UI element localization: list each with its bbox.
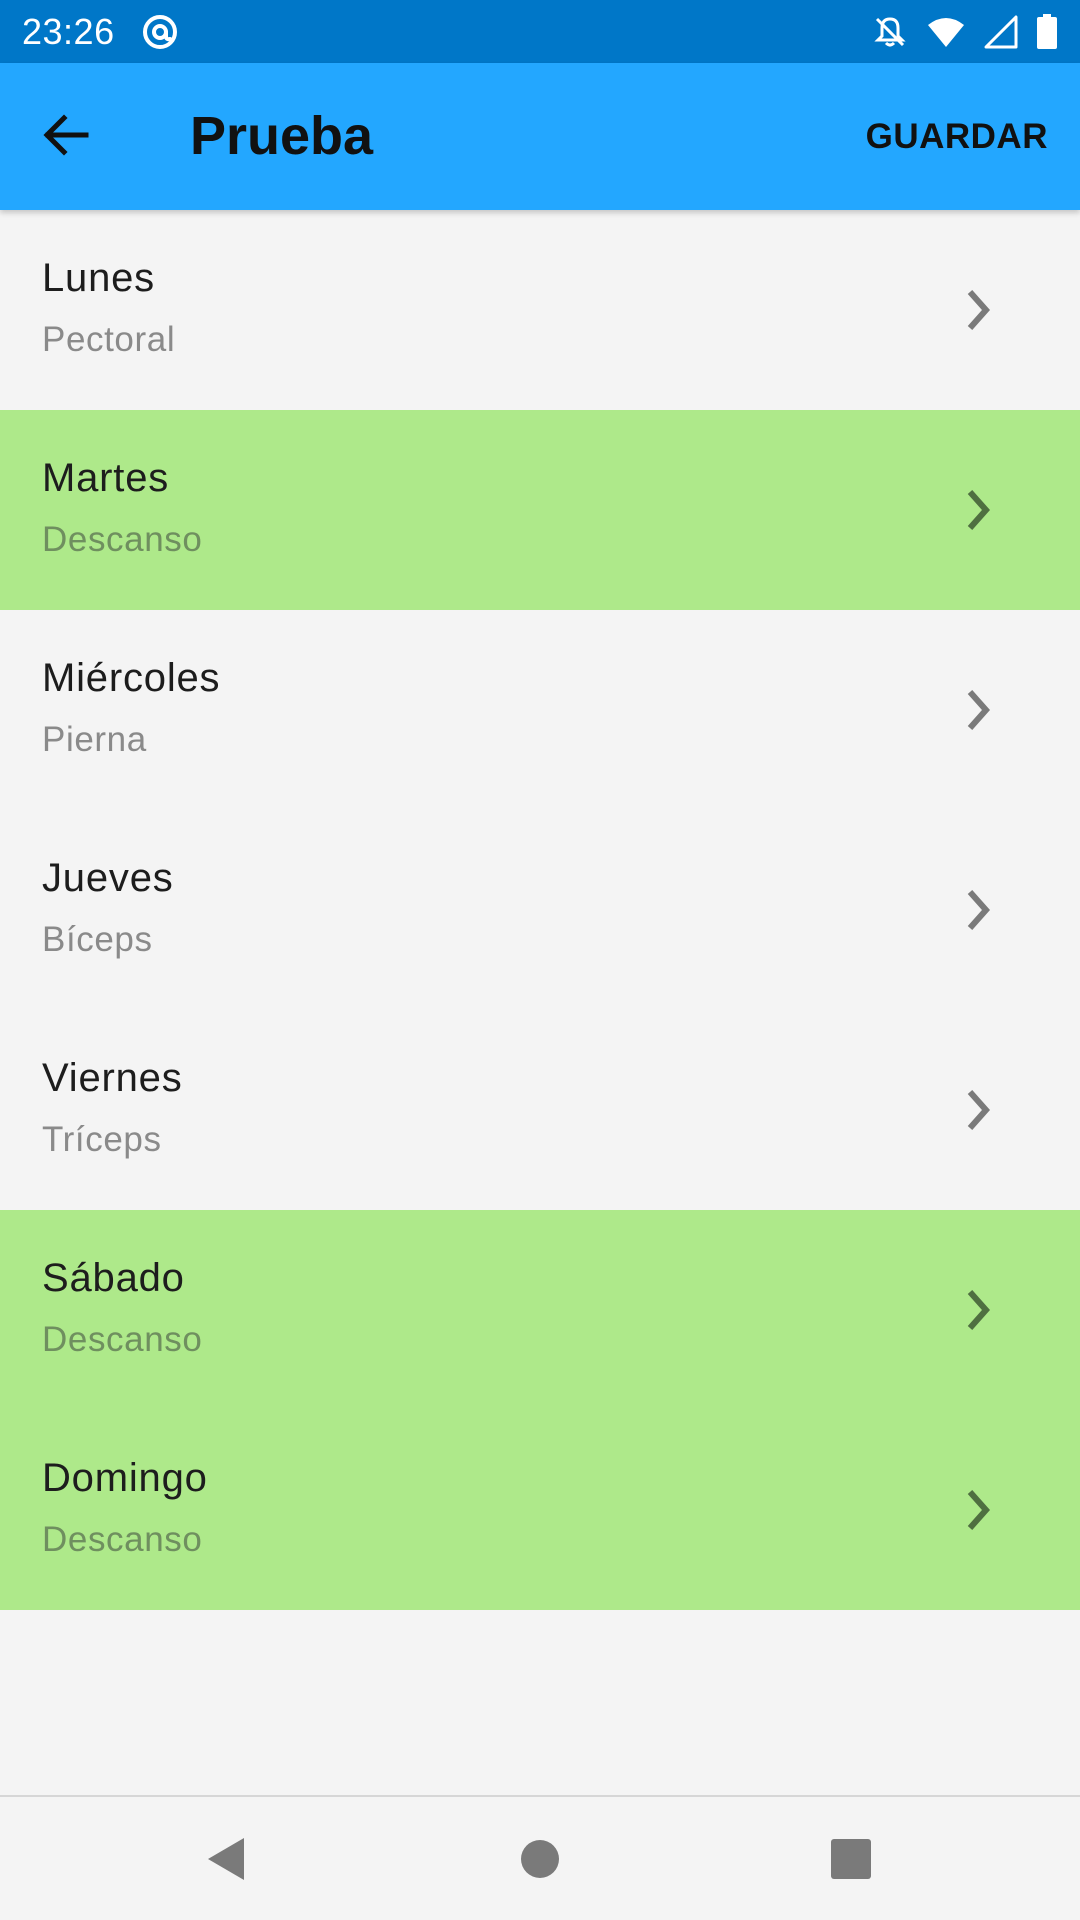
chevron-right-icon — [967, 1490, 991, 1530]
app-bar: Prueba GUARDAR — [0, 63, 1080, 210]
day-name: Miércoles — [42, 656, 221, 700]
save-button[interactable]: GUARDAR — [866, 63, 1048, 210]
day-subtitle: Pierna — [42, 720, 147, 759]
status-left: 23:26 — [22, 11, 179, 53]
back-button[interactable] — [30, 101, 102, 173]
nav-home-icon — [521, 1840, 559, 1878]
battery-icon — [1036, 13, 1058, 50]
day-list: Lunes Pectoral Martes Descanso Miércoles… — [0, 210, 1080, 1610]
status-right — [872, 13, 1058, 50]
nav-back-button[interactable] — [194, 1827, 258, 1891]
day-name: Sábado — [42, 1256, 185, 1300]
nav-home-button[interactable] — [508, 1827, 572, 1891]
at-sign-icon — [141, 13, 179, 51]
day-name: Lunes — [42, 256, 155, 300]
chevron-right-icon — [967, 890, 991, 930]
chevron-right-icon — [967, 1290, 991, 1330]
list-item-jueves[interactable]: Jueves Bíceps — [0, 810, 1080, 1010]
list-item-martes[interactable]: Martes Descanso — [0, 410, 1080, 610]
day-subtitle: Tríceps — [42, 1120, 162, 1159]
list-item-lunes[interactable]: Lunes Pectoral — [0, 210, 1080, 410]
list-item-sabado[interactable]: Sábado Descanso — [0, 1210, 1080, 1410]
wifi-icon — [926, 15, 966, 49]
nav-recents-icon — [831, 1839, 871, 1879]
status-bar: 23:26 — [0, 0, 1080, 63]
system-nav-bar — [0, 1795, 1080, 1920]
chevron-right-icon — [967, 290, 991, 330]
arrow-back-icon — [40, 109, 92, 166]
nav-back-icon — [208, 1838, 244, 1880]
list-item-viernes[interactable]: Viernes Tríceps — [0, 1010, 1080, 1210]
day-subtitle: Pectoral — [42, 320, 176, 359]
page-title: Prueba — [190, 106, 374, 166]
chevron-right-icon — [967, 690, 991, 730]
day-subtitle: Descanso — [42, 520, 203, 559]
day-subtitle: Bíceps — [42, 920, 153, 959]
day-subtitle: Descanso — [42, 1320, 203, 1359]
status-time: 23:26 — [22, 10, 115, 52]
day-name: Viernes — [42, 1056, 183, 1100]
day-name: Jueves — [42, 856, 174, 900]
list-item-miercoles[interactable]: Miércoles Pierna — [0, 610, 1080, 810]
day-name: Domingo — [42, 1456, 208, 1500]
notifications-off-icon — [872, 14, 908, 50]
nav-recents-button[interactable] — [819, 1827, 883, 1891]
day-subtitle: Descanso — [42, 1520, 203, 1559]
cell-signal-icon — [984, 15, 1018, 49]
chevron-right-icon — [967, 1090, 991, 1130]
day-name: Martes — [42, 456, 170, 500]
list-item-domingo[interactable]: Domingo Descanso — [0, 1410, 1080, 1610]
chevron-right-icon — [967, 490, 991, 530]
